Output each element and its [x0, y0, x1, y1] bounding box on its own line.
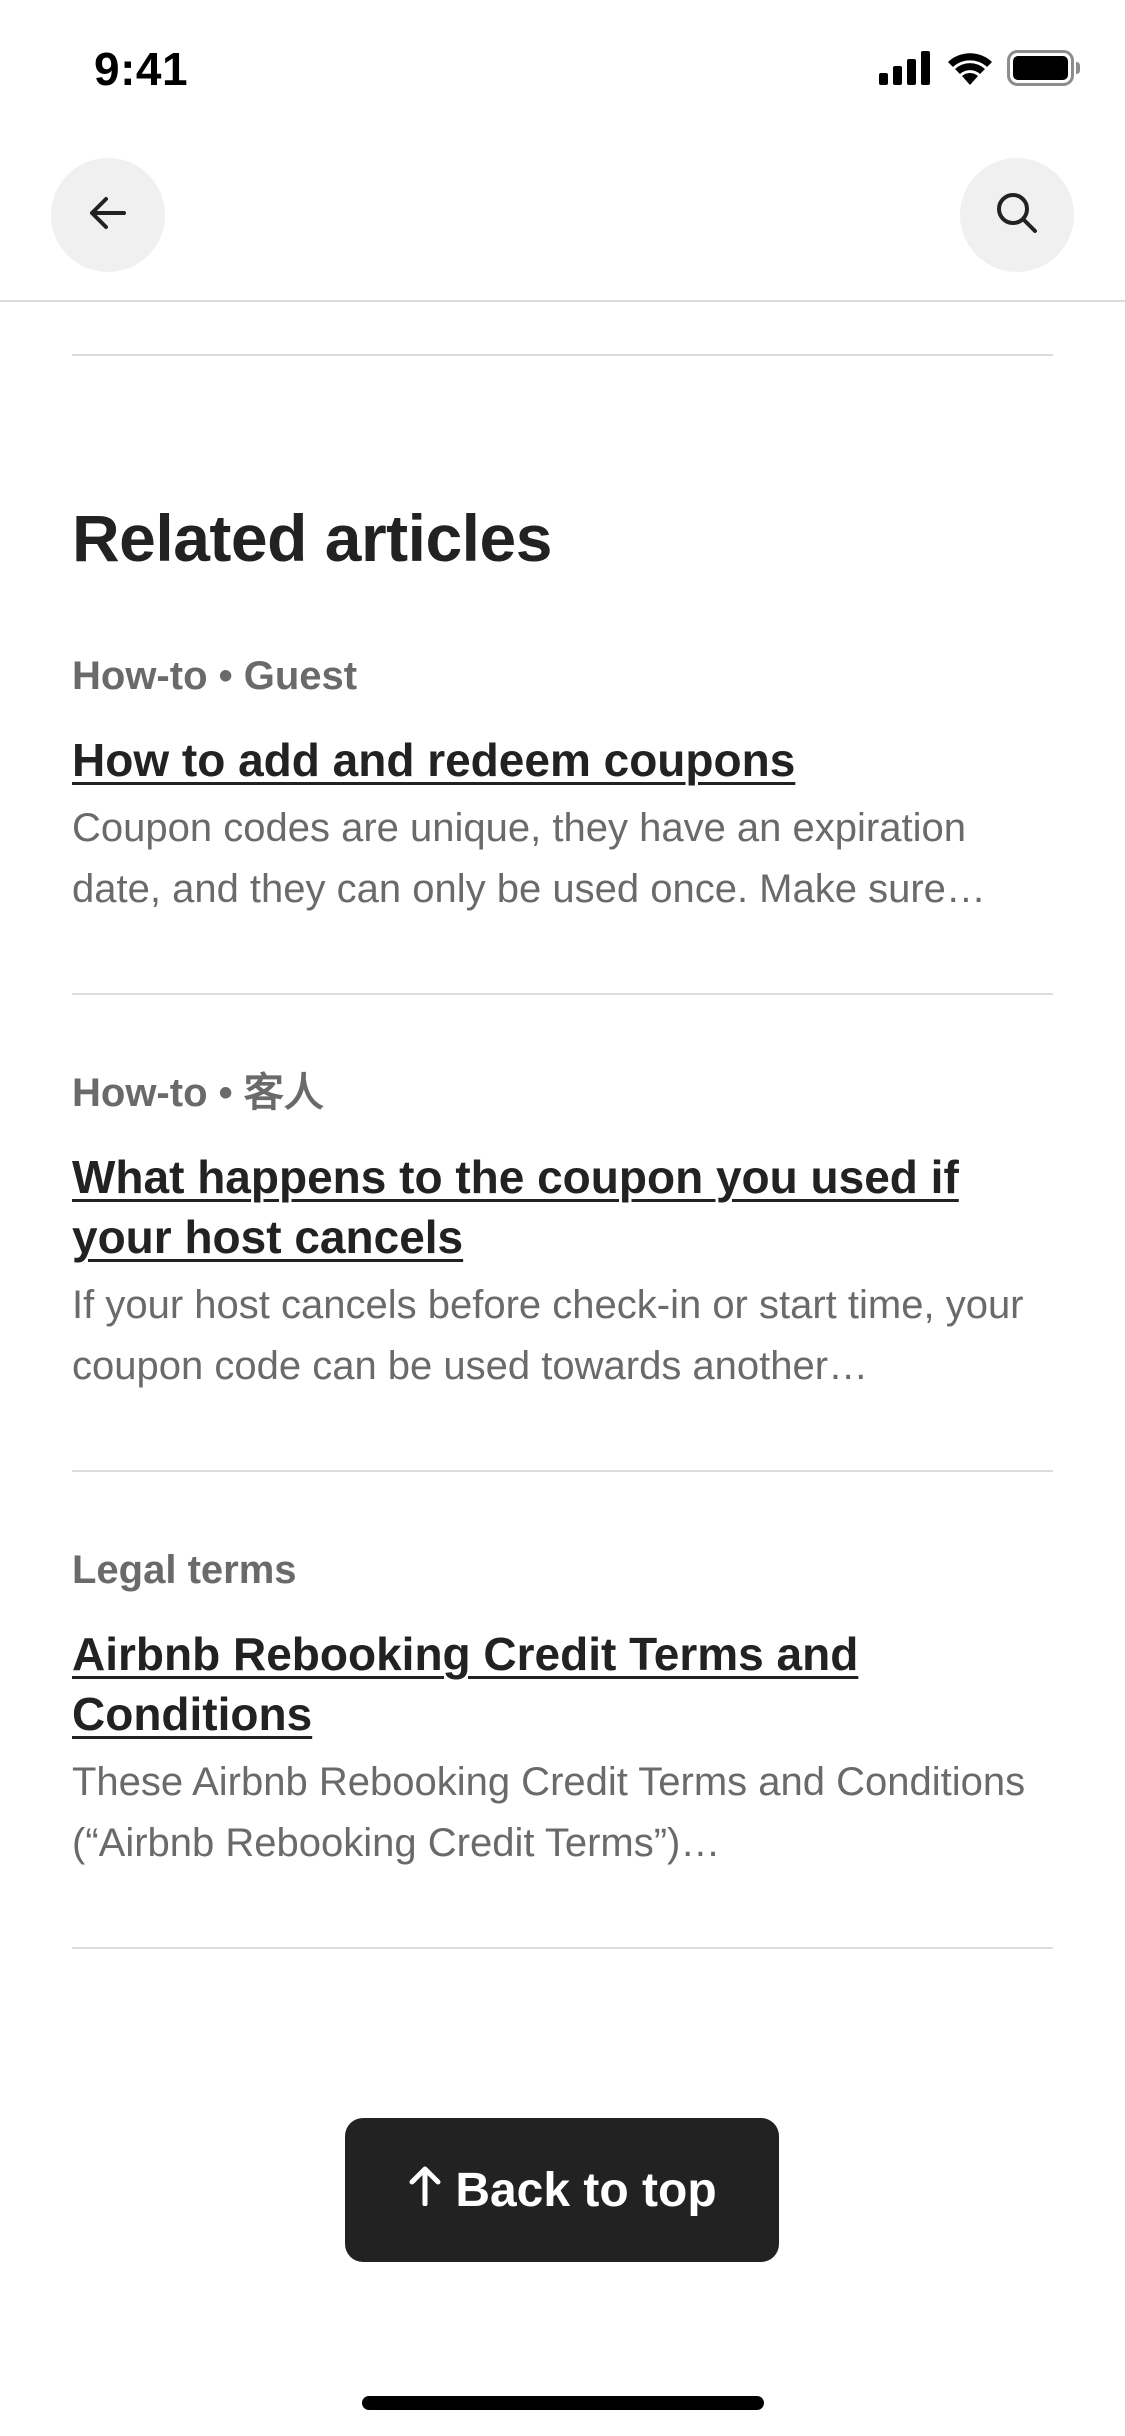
- section-title: Related articles: [72, 501, 552, 575]
- wifi-icon: [947, 51, 993, 90]
- battery-icon: [1007, 50, 1081, 91]
- back-button[interactable]: [51, 158, 165, 272]
- article-title-link[interactable]: Airbnb Rebooking Credit Terms and Condit…: [72, 1624, 1053, 1744]
- back-to-top-label: Back to top: [455, 2163, 717, 2217]
- article-item: Legal terms Airbnb Rebooking Credit Term…: [72, 1546, 1053, 1874]
- article-meta: How-to • 客人: [72, 1071, 324, 1115]
- nav-bar: [0, 140, 1125, 302]
- top-divider: [72, 354, 1053, 356]
- divider: [72, 1947, 1053, 1949]
- article-description: These Airbnb Rebooking Credit Terms and …: [72, 1760, 1026, 1865]
- article-meta: How-to • Guest: [72, 654, 358, 698]
- home-indicator: [362, 2396, 764, 2410]
- article-description: If your host cancels before check-in or …: [72, 1283, 1024, 1388]
- article-item: How-to • Guest How to add and redeem cou…: [72, 652, 1053, 920]
- article-title-link[interactable]: What happens to the coupon you used if y…: [72, 1147, 1053, 1267]
- arrow-up-icon: [407, 2163, 443, 2218]
- article-meta: Legal terms: [72, 1548, 297, 1592]
- search-button[interactable]: [960, 158, 1074, 272]
- article-title-link[interactable]: How to add and redeem coupons: [72, 730, 1053, 790]
- article-description: Coupon codes are unique, they have an ex…: [72, 806, 986, 911]
- divider: [72, 1470, 1053, 1472]
- status-icons: [879, 50, 1081, 91]
- arrow-left-icon: [84, 189, 132, 242]
- search-icon: [993, 189, 1041, 242]
- article-item: How-to • 客人 What happens to the coupon y…: [72, 1069, 1053, 1397]
- status-bar: 9:41: [0, 0, 1125, 140]
- status-time: 9:41: [94, 43, 189, 95]
- divider: [72, 993, 1053, 995]
- back-to-top-button[interactable]: Back to top: [345, 2118, 779, 2262]
- signal-icon: [879, 51, 933, 90]
